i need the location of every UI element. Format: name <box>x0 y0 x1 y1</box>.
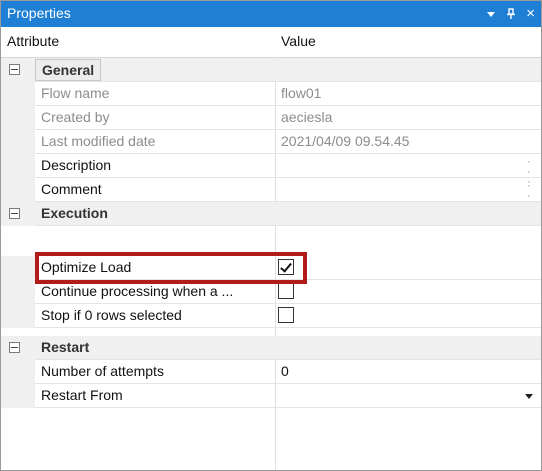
property-value[interactable]: 0 <box>281 363 289 379</box>
category-general[interactable]: General <box>1 58 541 82</box>
collapse-icon[interactable] <box>9 64 20 75</box>
property-row-restart-from[interactable]: Restart From <box>1 384 541 408</box>
property-row-flow-name[interactable]: Flow name flow01 <box>1 82 541 106</box>
property-row-optimize-load[interactable]: Optimize Load <box>1 256 541 280</box>
pin-icon[interactable] <box>506 8 516 20</box>
category-label: Execution <box>41 205 108 221</box>
property-row-created-by[interactable]: Created by aeciesla <box>1 106 541 130</box>
chevron-down-icon[interactable] <box>486 9 496 19</box>
property-label: Created by <box>41 109 110 125</box>
close-icon[interactable]: × <box>526 4 535 24</box>
optimize-load-checkbox[interactable] <box>278 259 294 275</box>
property-label: Description <box>41 157 112 173</box>
property-row-stop-if-zero[interactable]: Stop if 0 rows selected <box>1 304 541 328</box>
property-row-description[interactable]: Description · · · <box>1 154 541 187</box>
property-label: Flow name <box>41 85 110 101</box>
panel-controls: × <box>486 4 535 24</box>
panel-titlebar: Properties × <box>1 1 541 27</box>
property-row-comment[interactable]: Comment ··· <box>1 178 541 211</box>
category-restart[interactable]: Restart <box>1 336 541 360</box>
property-label: Optimize Load <box>41 259 132 275</box>
property-row-last-modified[interactable]: Last modified date 2021/04/09 09.54.45 <box>1 130 541 154</box>
property-value: flow01 <box>281 85 322 101</box>
category-label: General <box>35 59 102 81</box>
property-row-continue-processing[interactable]: Continue processing when a ... <box>1 280 541 304</box>
property-label: Continue processing when a ... <box>41 283 234 299</box>
category-execution[interactable]: Execution <box>1 202 541 226</box>
continue-processing-checkbox[interactable] <box>278 283 294 299</box>
category-label: Restart <box>41 339 90 355</box>
property-label: Number of attempts <box>41 363 164 379</box>
property-label: Stop if 0 rows selected <box>41 307 182 323</box>
property-value: 2021/04/09 09.54.45 <box>281 133 410 149</box>
value-column-header: Value <box>281 33 316 49</box>
property-label: Last modified date <box>41 133 156 149</box>
property-label: Comment <box>41 181 102 197</box>
collapse-icon[interactable] <box>9 342 20 353</box>
column-header: Attribute Value <box>1 27 541 58</box>
dropdown-arrow-icon[interactable] <box>523 389 535 401</box>
property-value: aeciesla <box>281 109 333 125</box>
collapse-icon[interactable] <box>9 208 20 219</box>
properties-panel: Properties × Attribute Value General Flo… <box>0 0 542 471</box>
stop-if-zero-checkbox[interactable] <box>278 307 294 323</box>
property-label: Restart From <box>41 387 123 403</box>
property-row-attempts[interactable]: Number of attempts 0 <box>1 360 541 384</box>
attribute-column-header: Attribute <box>7 33 60 49</box>
panel-title: Properties <box>7 5 71 21</box>
